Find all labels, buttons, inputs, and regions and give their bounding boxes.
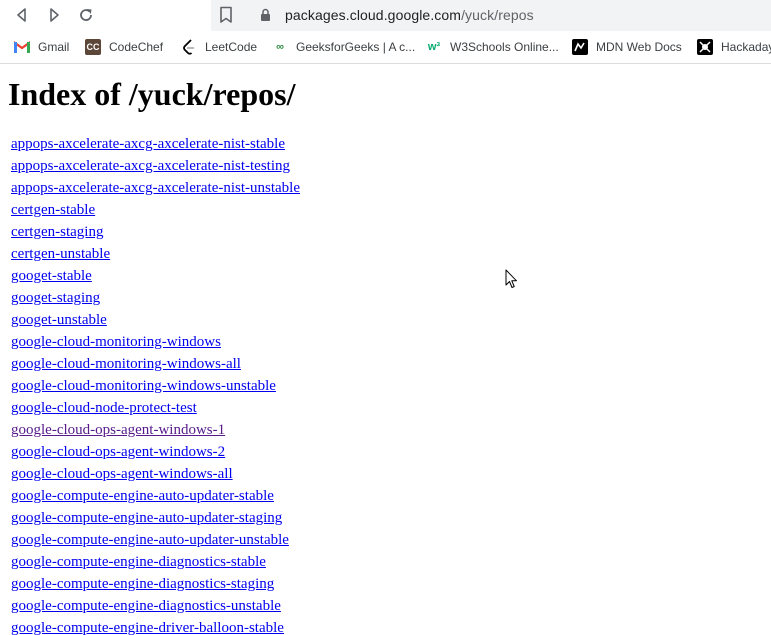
bookmark-geeksforgeeks[interactable]: ∞ GeeksforGeeks | A c... <box>272 31 415 63</box>
url-path: /yuck/repos <box>461 7 534 23</box>
repo-link[interactable]: certgen-stable <box>11 202 95 218</box>
repo-link[interactable]: appops-axcelerate-axcg-axcelerate-nist-u… <box>11 180 300 196</box>
bookmark-gmail[interactable]: Gmail <box>14 31 69 63</box>
w3schools-icon: w³ <box>427 41 441 53</box>
list-item: certgen-unstable <box>11 245 300 267</box>
reload-button[interactable] <box>73 2 99 28</box>
repo-link[interactable]: google-cloud-ops-agent-windows-2 <box>11 444 225 460</box>
repo-link[interactable]: google-cloud-ops-agent-windows-all <box>11 466 233 482</box>
repo-link[interactable]: google-compute-engine-auto-updater-stabl… <box>11 488 274 504</box>
bookmark-label: Gmail <box>38 40 70 54</box>
repo-link[interactable]: google-cloud-monitoring-windows-unstable <box>11 378 276 394</box>
hackaday-icon <box>697 39 713 55</box>
gmail-icon <box>14 39 30 55</box>
repo-link[interactable]: googet-staging <box>11 290 100 306</box>
bookmark-icon[interactable] <box>219 6 233 29</box>
list-item: google-cloud-monitoring-windows-unstable <box>11 377 300 399</box>
repo-link[interactable]: google-compute-engine-diagnostics-stagin… <box>11 576 274 592</box>
list-item: google-cloud-ops-agent-windows-1 <box>11 421 300 443</box>
lock-icon[interactable] <box>260 8 271 27</box>
list-item: google-compute-engine-auto-updater-stabl… <box>11 487 300 509</box>
repo-link[interactable]: appops-axcelerate-axcg-axcelerate-nist-t… <box>11 158 290 174</box>
repo-link[interactable]: google-compute-engine-auto-updater-stagi… <box>11 510 282 526</box>
bookmark-label: CodeChef <box>109 40 164 54</box>
list-item: appops-axcelerate-axcg-axcelerate-nist-u… <box>11 179 300 201</box>
repo-link[interactable]: googet-unstable <box>11 312 107 328</box>
forward-button[interactable] <box>41 2 67 28</box>
mdn-icon <box>572 39 588 55</box>
list-item: googet-unstable <box>11 311 300 333</box>
repo-link[interactable]: google-cloud-monitoring-windows <box>11 334 221 350</box>
list-item: google-compute-engine-auto-updater-unsta… <box>11 531 300 553</box>
bookmark-codechef[interactable]: CC CodeChef <box>85 31 163 63</box>
repo-link[interactable]: appops-axcelerate-axcg-axcelerate-nist-s… <box>11 136 285 152</box>
list-item: google-cloud-monitoring-windows-all <box>11 355 300 377</box>
list-item: google-compute-engine-diagnostics-unstab… <box>11 597 300 619</box>
repo-list: appops-axcelerate-axcg-axcelerate-nist-s… <box>11 135 300 635</box>
bookmark-hackaday[interactable]: Hackaday <box>697 31 771 63</box>
bookmark-label: W3Schools Online... <box>450 40 559 54</box>
geeksforgeeks-icon: ∞ <box>276 41 284 53</box>
repo-link[interactable]: google-compute-engine-diagnostics-stable <box>11 554 266 570</box>
repo-link[interactable]: google-compute-engine-driver-balloon-sta… <box>11 620 284 635</box>
list-item: google-compute-engine-auto-updater-stagi… <box>11 509 300 531</box>
list-item: google-compute-engine-driver-balloon-sta… <box>11 619 300 635</box>
list-item: google-cloud-ops-agent-windows-all <box>11 465 300 487</box>
back-button[interactable] <box>9 2 35 28</box>
repo-link[interactable]: certgen-unstable <box>11 246 110 262</box>
reload-icon <box>80 9 92 21</box>
bookmark-label: GeeksforGeeks | A c... <box>296 40 416 54</box>
bookmark-w3schools[interactable]: w³ W3Schools Online... <box>426 31 559 63</box>
mouse-cursor-icon <box>505 269 517 288</box>
list-item: appops-axcelerate-axcg-axcelerate-nist-t… <box>11 157 300 179</box>
list-item: googet-stable <box>11 267 300 289</box>
page-title: Index of /yuck/repos/ <box>8 76 296 112</box>
bookmark-mdn[interactable]: MDN Web Docs <box>572 31 682 63</box>
bookmarks-bar: Gmail CC CodeChef LeetCode ∞ GeeksforGee… <box>0 31 771 64</box>
list-item: google-cloud-monitoring-windows <box>11 333 300 355</box>
bookmark-label: MDN Web Docs <box>596 40 682 54</box>
list-item: appops-axcelerate-axcg-axcelerate-nist-s… <box>11 135 300 157</box>
url-text[interactable]: packages.cloud.google.com/yuck/repos <box>285 7 534 23</box>
back-icon <box>17 8 26 22</box>
list-item: google-compute-engine-diagnostics-stagin… <box>11 575 300 597</box>
repo-link[interactable]: googet-stable <box>11 268 92 284</box>
browser-toolbar: packages.cloud.google.com/yuck/repos <box>0 0 771 31</box>
list-item: google-compute-engine-diagnostics-stable <box>11 553 300 575</box>
list-item: certgen-stable <box>11 201 300 223</box>
bookmark-leetcode[interactable]: LeetCode <box>181 31 257 63</box>
repo-link[interactable]: google-compute-engine-auto-updater-unsta… <box>11 532 289 548</box>
bookmark-label: LeetCode <box>205 40 258 54</box>
bookmark-label: Hackaday <box>721 40 771 54</box>
codechef-icon: CC <box>85 39 101 55</box>
page-content: Index of /yuck/repos/ appops-axcelerate-… <box>0 64 771 635</box>
list-item: google-cloud-ops-agent-windows-2 <box>11 443 300 465</box>
list-item: google-cloud-node-protect-test <box>11 399 300 421</box>
list-item: certgen-staging <box>11 223 300 245</box>
repo-link[interactable]: certgen-staging <box>11 224 103 240</box>
address-bar[interactable]: packages.cloud.google.com/yuck/repos <box>211 0 771 31</box>
forward-icon <box>50 8 59 22</box>
repo-link[interactable]: google-cloud-ops-agent-windows-1 <box>11 422 225 438</box>
repo-link[interactable]: google-cloud-node-protect-test <box>11 400 197 416</box>
repo-link[interactable]: google-cloud-monitoring-windows-all <box>11 356 241 372</box>
list-item: googet-staging <box>11 289 300 311</box>
url-host: packages.cloud.google.com <box>285 7 462 23</box>
leetcode-icon <box>181 39 197 55</box>
repo-link[interactable]: google-compute-engine-diagnostics-unstab… <box>11 598 281 614</box>
